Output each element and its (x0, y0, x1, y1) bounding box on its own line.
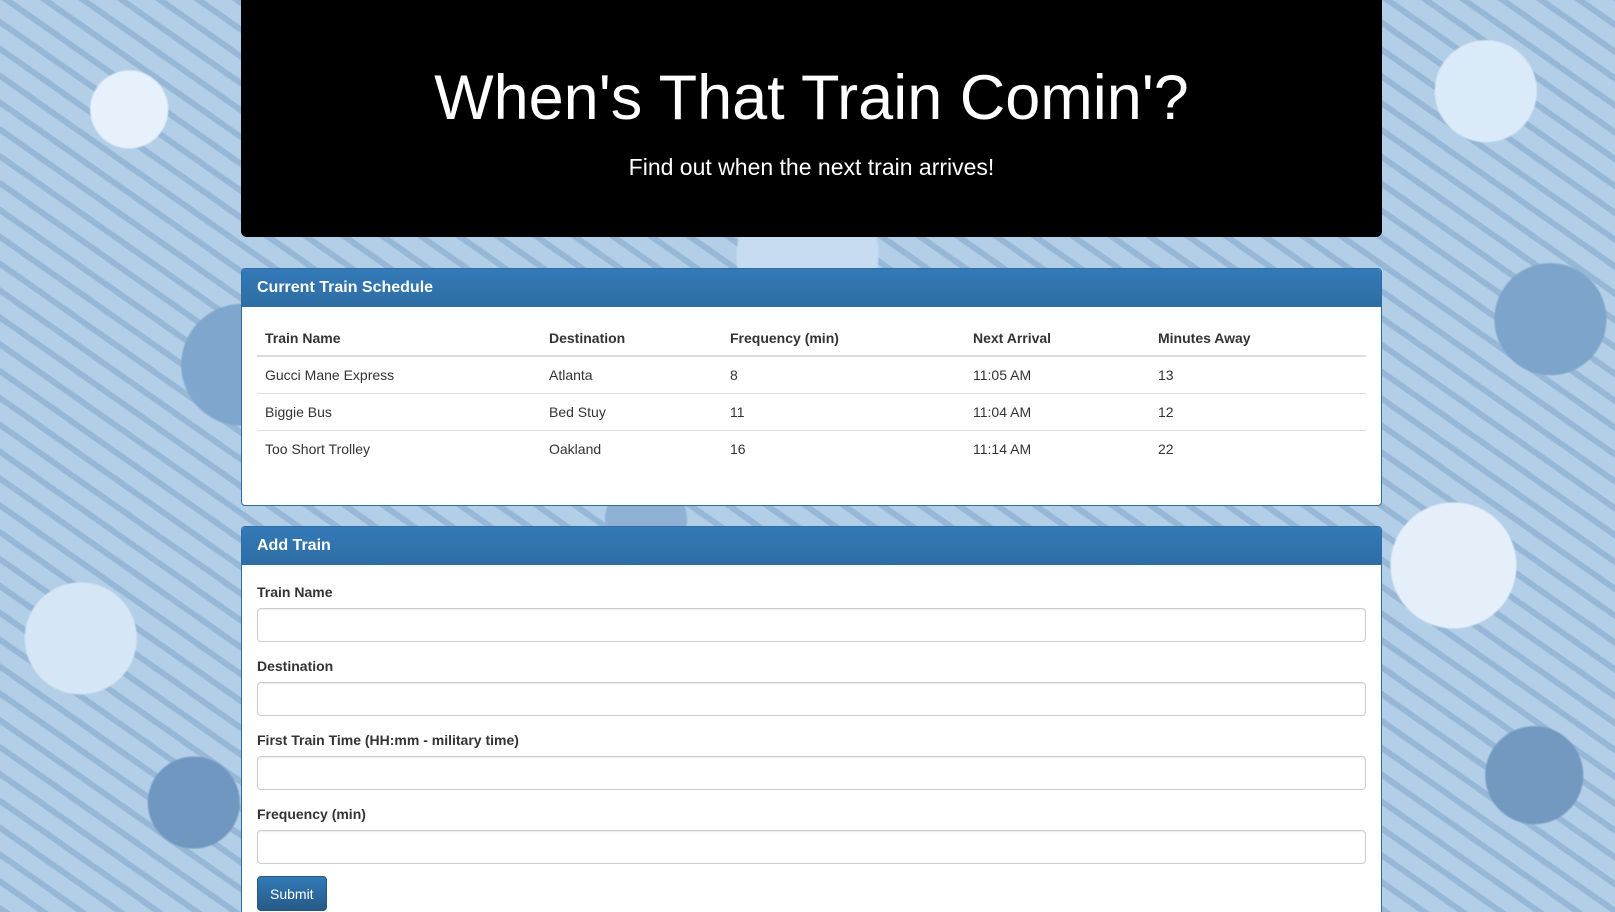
page-title: When's That Train Comin'? (434, 63, 1189, 133)
schedule-panel-title: Current Train Schedule (242, 269, 1381, 307)
frequency-group: Frequency (min) (257, 804, 1366, 864)
cell-destination: Oakland (541, 430, 722, 467)
cell-train-name: Gucci Mane Express (265, 367, 395, 383)
frequency-label: Frequency (min) (257, 806, 366, 822)
table-row: Gucci Mane Express Atlanta 8 11:05 AM 13 (257, 356, 1366, 394)
column-header-next-arrival: Next Arrival (965, 321, 1150, 357)
cell-minutes-away: 13 (1158, 367, 1174, 383)
destination-input[interactable] (257, 682, 1366, 716)
cell-next-arrival: 11:04 AM (965, 393, 1150, 431)
column-header-train-name: Train Name (257, 321, 541, 357)
cell-destination: Bed Stuy (541, 393, 722, 431)
submit-button[interactable]: Submit (257, 876, 327, 911)
column-header-destination: Destination (541, 321, 722, 357)
train-name-input[interactable] (257, 608, 1366, 642)
schedule-panel: Current Train Schedule Train Name Destin… (241, 268, 1382, 506)
column-header-frequency: Frequency (min) (722, 321, 965, 357)
cell-frequency: 16 (722, 430, 965, 467)
cell-minutes-away: 12 (1150, 393, 1366, 431)
frequency-input[interactable] (257, 830, 1366, 864)
table-row: Biggie Bus Bed Stuy 11 11:04 AM 12 (257, 393, 1366, 431)
train-name-label: Train Name (257, 584, 333, 600)
page-subtitle: Find out when the next train arrives! (628, 154, 995, 180)
destination-group: Destination (257, 656, 1366, 716)
cell-next-arrival: 11:14 AM (965, 430, 1150, 467)
schedule-table: Train Name Destination Frequency (min) N… (257, 321, 1366, 467)
cell-frequency: 11 (722, 393, 965, 431)
first-train-time-group: First Train Time (HH:mm - military time) (257, 730, 1366, 790)
column-header-minutes-away: Minutes Away (1150, 321, 1366, 357)
first-train-time-input[interactable] (257, 756, 1366, 790)
jumbotron-header: When's That Train Comin'? Find out when … (241, 0, 1382, 237)
add-train-panel-title: Add Train (242, 527, 1381, 565)
cell-next-arrival: 11:05 AM (973, 367, 1032, 383)
cell-minutes-away: 22 (1150, 430, 1366, 467)
cell-train-name: Biggie Bus (257, 393, 541, 431)
train-name-group: Train Name (257, 582, 1366, 642)
cell-frequency: 8 (730, 367, 738, 383)
table-header-row: Train Name Destination Frequency (min) N… (257, 321, 1366, 357)
first-train-time-label: First Train Time (HH:mm - military time) (257, 732, 519, 748)
add-train-panel: Add Train Train Name Destination First T… (241, 526, 1382, 912)
cell-train-name: Too Short Trolley (257, 430, 541, 467)
table-row: Too Short Trolley Oakland 16 11:14 AM 22 (257, 430, 1366, 467)
cell-destination: Atlanta (549, 367, 593, 383)
destination-label: Destination (257, 658, 334, 674)
